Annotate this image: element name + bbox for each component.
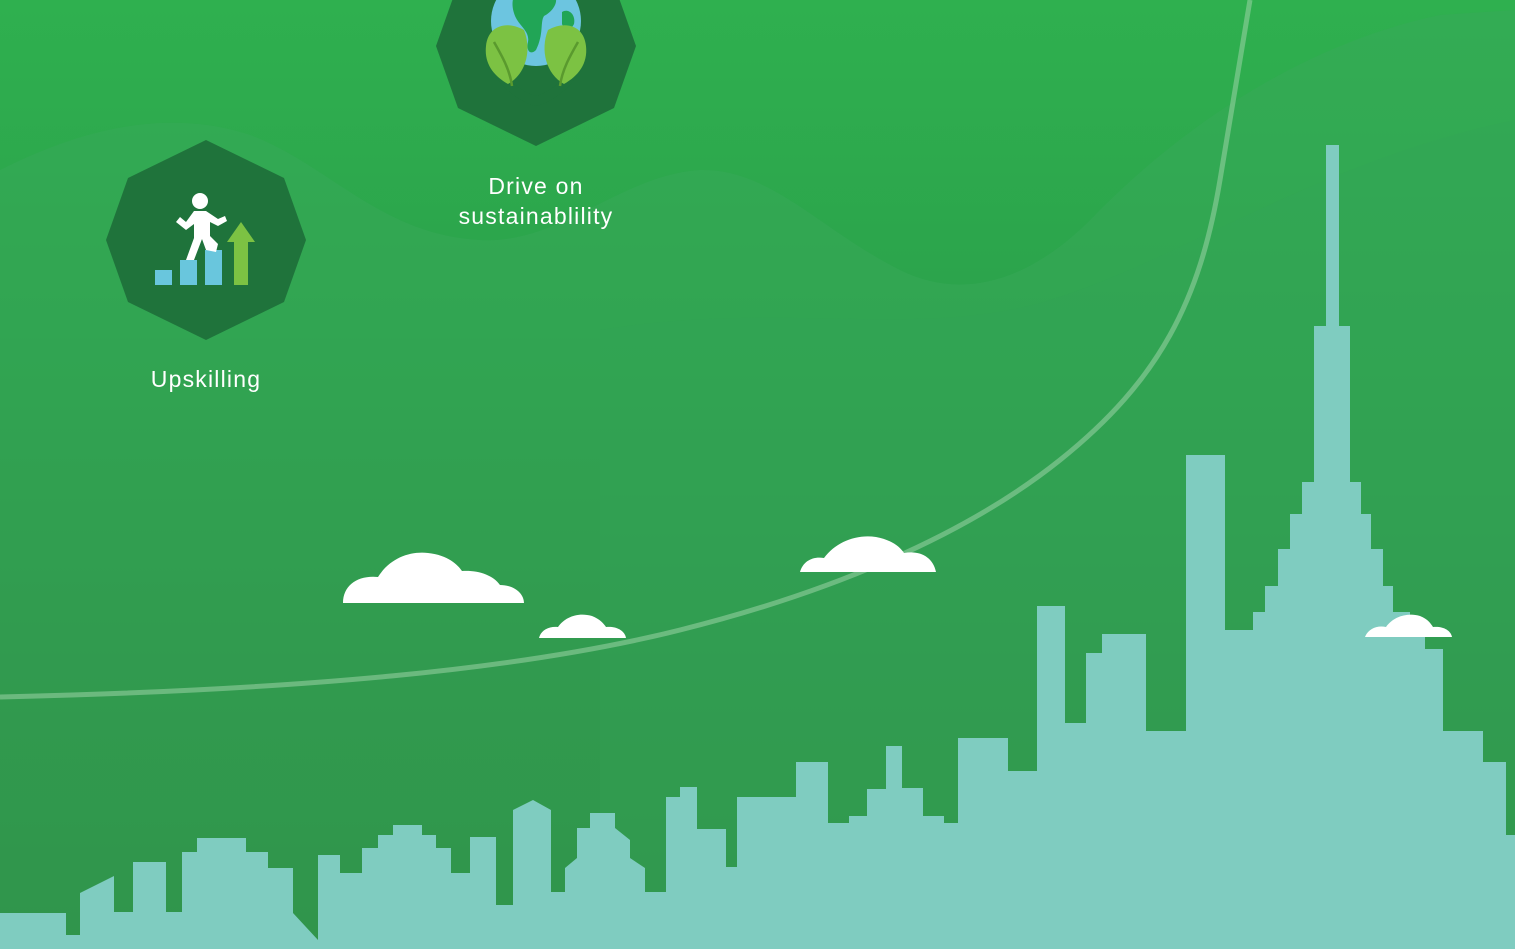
sustainability-label-line2: sustainablility — [458, 203, 614, 229]
upskilling-badge — [106, 140, 306, 340]
sustainability-label: Drive on sustainablility — [416, 171, 656, 231]
sustainability-label-line1: Drive on — [488, 173, 584, 199]
sustainability-badge — [436, 0, 636, 146]
scene: Upskilling Drive on sustainablility — [0, 0, 1515, 949]
upskilling-label: Upskilling — [150, 366, 262, 392]
earth-leaves-icon — [436, 0, 636, 146]
climbing-person-growth-icon — [106, 140, 306, 340]
